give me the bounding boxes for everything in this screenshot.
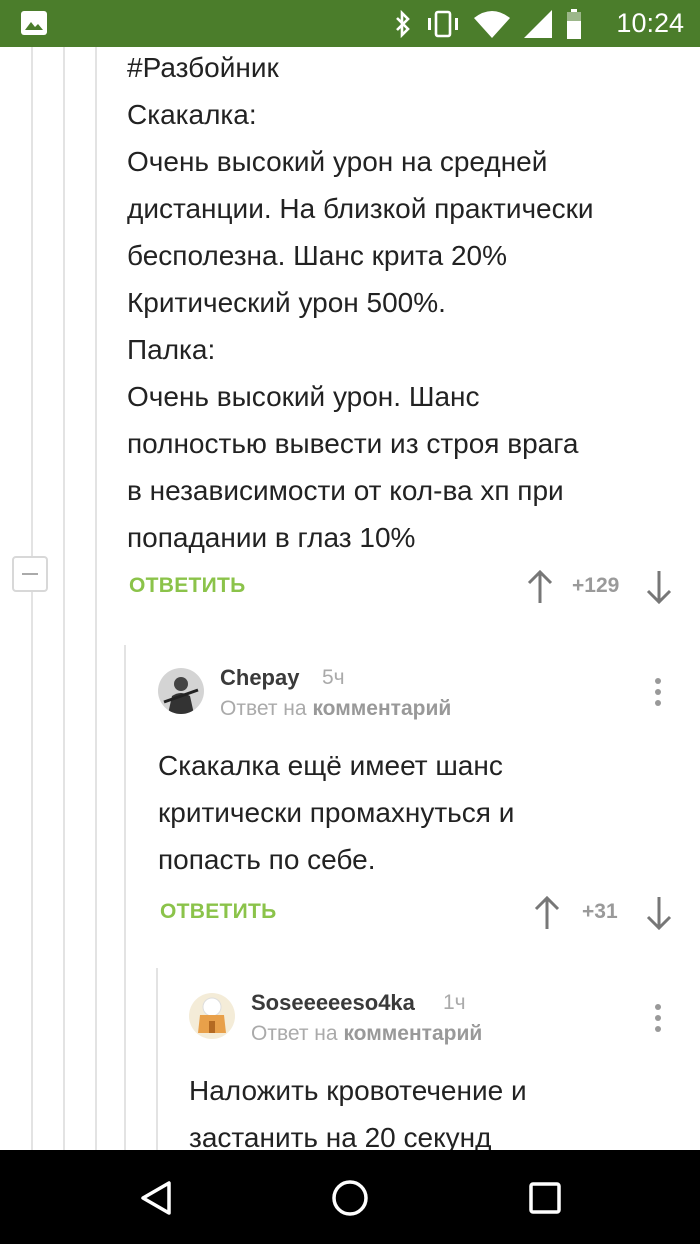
comment-line: #Разбойник xyxy=(127,52,279,83)
comment-line: попасть по себе. xyxy=(158,844,376,875)
comment-time: 1ч xyxy=(443,991,466,1014)
thread-line xyxy=(156,968,158,1150)
avatar[interactable] xyxy=(189,993,235,1039)
comment-line: полностью вывести из строя врага xyxy=(127,428,579,459)
downvote-icon[interactable] xyxy=(646,896,672,930)
cell-signal-icon xyxy=(524,10,552,38)
comment-body: #Разбойник Скакалка: Очень высокий урон … xyxy=(127,44,594,561)
author-name[interactable]: Soseeeeeso4ka xyxy=(251,990,415,1016)
thread-line xyxy=(95,47,97,1150)
upvote-icon[interactable] xyxy=(534,896,560,930)
comment-line: Скакалка ещё имеет шанс xyxy=(158,750,503,781)
comment-time: 5ч xyxy=(322,666,345,689)
image-notification-icon xyxy=(21,11,47,35)
comment-line: Очень высокий урон. Шанс xyxy=(127,381,480,412)
comment-body: Скакалка ещё имеет шанс критически прома… xyxy=(158,742,514,883)
back-icon[interactable] xyxy=(139,1180,173,1216)
clock: 10:24 xyxy=(616,8,684,38)
reply-button[interactable]: ОТВЕТИТЬ xyxy=(129,574,246,598)
comment-line: в независимости от кол-ва хп при xyxy=(127,475,564,506)
vote-score: +129 xyxy=(572,574,620,597)
comment-line: Очень высокий урон на средней xyxy=(127,146,548,177)
thread-line xyxy=(63,47,65,1150)
thread-line xyxy=(124,645,126,1150)
bluetooth-icon xyxy=(396,10,410,38)
comment-line: дистанции. На близкой практически xyxy=(127,193,594,224)
vote-score: +31 xyxy=(582,900,618,923)
comment-line: Критический урон 500%. xyxy=(127,287,446,318)
more-options-icon[interactable] xyxy=(655,1004,663,1037)
reply-to-prefix: Ответ на xyxy=(251,1022,338,1045)
thread-line xyxy=(31,592,33,1150)
wifi-icon xyxy=(474,11,510,38)
vibrate-icon xyxy=(428,10,458,38)
comment-line: Наложить кровотечение и xyxy=(189,1075,527,1106)
reply-to-prefix: Ответ на xyxy=(220,697,307,720)
reply-to-link[interactable]: комментарий xyxy=(343,1022,482,1045)
comment-body: Наложить кровотечение и застанить на 20 … xyxy=(189,1067,527,1161)
reply-to-line: Ответ на комментарий xyxy=(220,697,451,721)
collapse-thread-button[interactable] xyxy=(12,556,48,592)
reply-to-link[interactable]: комментарий xyxy=(312,697,451,720)
home-icon[interactable] xyxy=(331,1179,369,1217)
downvote-icon[interactable] xyxy=(646,570,672,604)
comment-line: Палка: xyxy=(127,334,216,365)
comment-line: попадании в глаз 10% xyxy=(127,522,416,553)
reply-button[interactable]: ОТВЕТИТЬ xyxy=(160,900,277,924)
author-name[interactable]: Chepay xyxy=(220,665,299,691)
comment-line: критически промахнуться и xyxy=(158,797,515,828)
recents-icon[interactable] xyxy=(528,1181,562,1215)
thread-line xyxy=(31,47,33,556)
status-bar: 10:24 xyxy=(0,0,700,47)
avatar-image xyxy=(189,993,235,1039)
more-options-icon[interactable] xyxy=(655,678,663,711)
battery-icon xyxy=(567,9,581,39)
avatar[interactable] xyxy=(158,668,204,714)
reply-to-line: Ответ на комментарий xyxy=(251,1022,482,1046)
avatar-image xyxy=(158,668,204,714)
navigation-bar xyxy=(0,1150,700,1244)
comment-line: Скакалка: xyxy=(127,99,257,130)
upvote-icon[interactable] xyxy=(527,570,553,604)
comment-line: бесполезна. Шанс крита 20% xyxy=(127,240,507,271)
